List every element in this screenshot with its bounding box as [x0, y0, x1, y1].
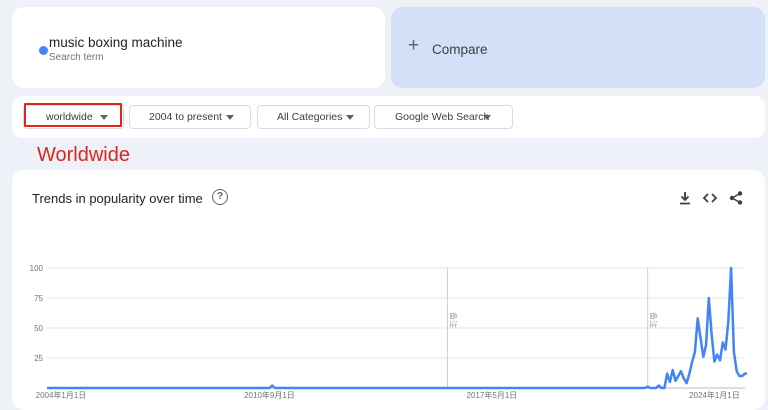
caret-down-icon	[346, 115, 354, 120]
plus-icon: +	[408, 35, 420, 56]
caret-down-icon	[483, 115, 491, 120]
series-color-dot	[39, 46, 48, 55]
filter-bar: worldwide 2004 to present All Categories…	[12, 96, 765, 138]
x-tick-label: 2017年5月1日	[467, 390, 518, 400]
y-tick-label: 25	[34, 354, 43, 363]
search-type-label: Google Web Search	[395, 111, 490, 123]
search-term-card[interactable]: music boxing machine Search term	[12, 7, 385, 88]
highlight-annotation-box	[24, 103, 122, 127]
annotation-text: Worldwide	[37, 144, 130, 166]
search-type-dropdown[interactable]: Google Web Search	[374, 105, 513, 129]
trends-chart-card: Trends in popularity over time ? 25 50 75 1…	[12, 170, 765, 410]
y-tick-label: 75	[34, 294, 43, 303]
y-tick-label: 50	[34, 324, 43, 333]
compare-label: Compare	[432, 42, 488, 57]
note-label: 备注	[448, 312, 458, 328]
search-term-name[interactable]: music boxing machine	[49, 35, 183, 50]
caret-down-icon	[226, 115, 234, 120]
time-range-dropdown[interactable]: 2004 to present	[129, 105, 251, 129]
category-dropdown[interactable]: All Categories	[257, 105, 370, 129]
trend-line-chart: 25 50 75 100 2004年1月1日 2010年9月1日 2017年5月1日 2024…	[30, 264, 747, 400]
x-tick-label: 2004年1月1日	[36, 390, 87, 400]
y-tick-label: 100	[30, 264, 44, 273]
time-range-label: 2004 to present	[149, 111, 222, 123]
x-tick-label: 2010年9月1日	[244, 390, 295, 400]
note-label: 备注	[649, 312, 659, 328]
compare-button[interactable]: + Compare	[391, 7, 765, 88]
category-label: All Categories	[277, 111, 343, 123]
x-tick-label: 2024年1月1日	[689, 390, 740, 400]
search-term-subtitle: Search term	[49, 52, 104, 63]
